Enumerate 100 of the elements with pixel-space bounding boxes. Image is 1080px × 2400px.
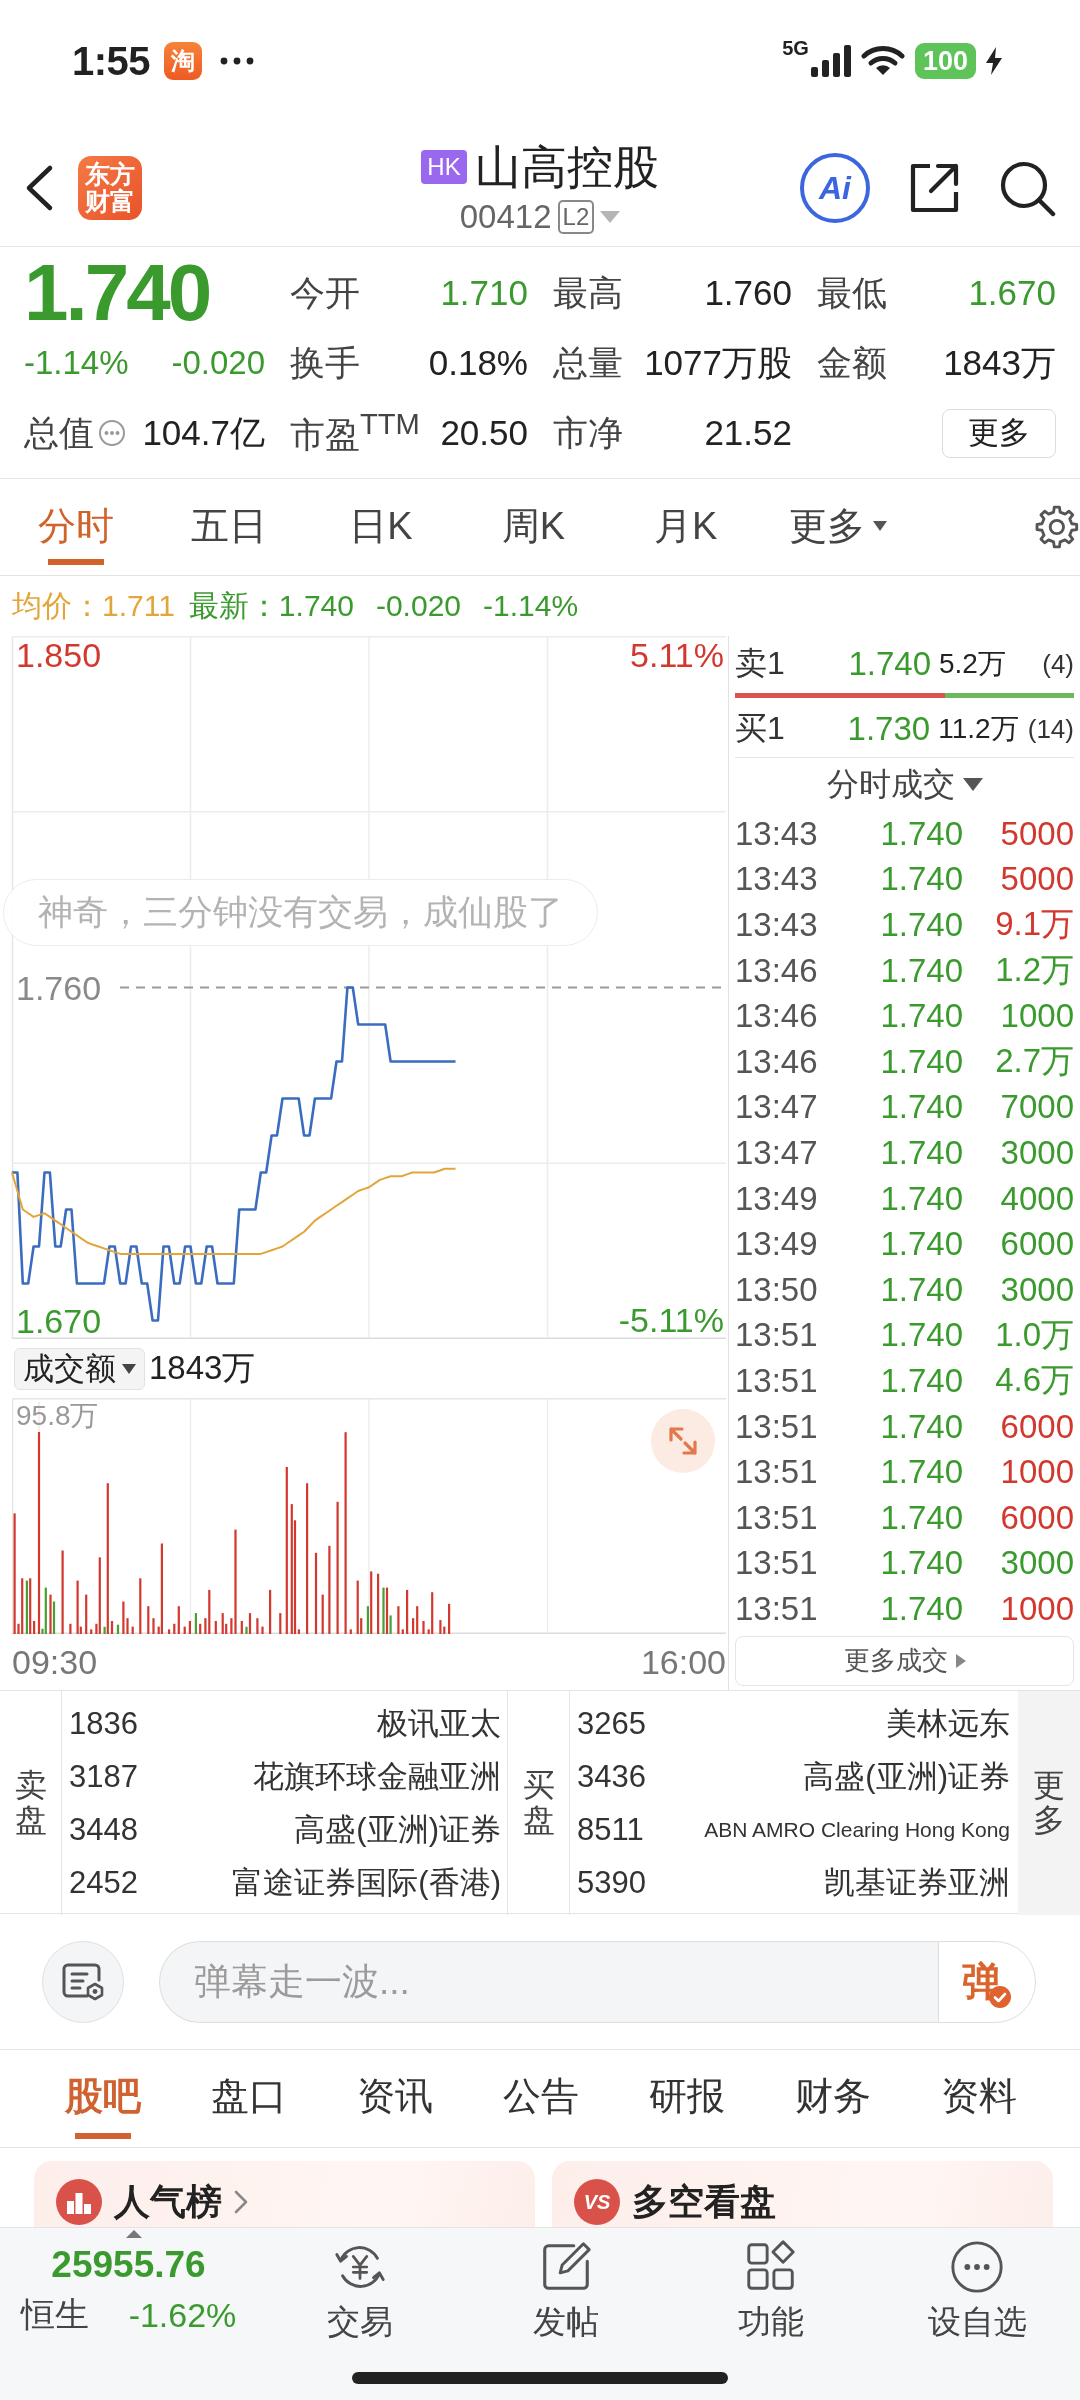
stat-value: 1.760 (704, 273, 792, 313)
trade-price: 1.740 (879, 1361, 963, 1400)
trade-volume: 1000 (999, 997, 1074, 1036)
trade-price: 1.740 (879, 997, 963, 1036)
indicator-selector[interactable]: 成交额 (14, 1347, 145, 1390)
volume-bar (85, 1594, 88, 1634)
volume-bar (279, 1613, 282, 1634)
trade-price: 1.740 (879, 1042, 963, 1081)
index-name: 恒生 (20, 2294, 89, 2335)
turnover-total: 1843万 (149, 1348, 256, 1388)
nav-item[interactable]: 发帖 (462, 2228, 669, 2366)
volume-bar (377, 1573, 380, 1634)
ai-button[interactable]: Ai (800, 153, 870, 223)
stat-value: 104.7亿 (142, 411, 265, 454)
volume-bar (139, 1578, 142, 1634)
content-tab[interactable]: 资料 (906, 2050, 1052, 2147)
y-axis-label: 1.850 (16, 636, 102, 673)
trade-time: 13:51 (735, 1407, 819, 1446)
content-tab[interactable]: 财务 (760, 2050, 906, 2147)
content-tab[interactable]: 公告 (468, 2050, 614, 2147)
volume-bar (240, 1621, 243, 1634)
stat-label: 总值 (24, 411, 94, 454)
trade-volume: 1000 (999, 1589, 1074, 1628)
trade-time: 13:51 (735, 1544, 819, 1583)
content-tab[interactable]: 研报 (614, 2050, 760, 2147)
app-logo: 东方财富 (78, 156, 142, 220)
broker-name: 富途证券国际(香港) (232, 1863, 501, 1902)
more-button[interactable]: 更多 (942, 408, 1056, 458)
app-notification-badge: 淘 (164, 42, 203, 80)
feature-card[interactable]: 人气榜 (34, 2161, 535, 2227)
trade-time: 13:47 (735, 1088, 819, 1127)
more-trades-button[interactable]: 更多成交 (735, 1635, 1074, 1686)
volume-bar (422, 1621, 425, 1634)
card-title: 人气榜 (114, 2180, 222, 2224)
trade-time: 13:49 (735, 1225, 819, 1264)
trade-volume: 3000 (999, 1133, 1074, 1172)
search-icon[interactable] (998, 159, 1056, 217)
order-volume: 5.2万 (939, 647, 1007, 681)
change-amount: -0.020 (171, 344, 265, 382)
trade-price: 1.740 (879, 1544, 963, 1583)
trade-time: 13:47 (735, 1133, 819, 1172)
stat-label: 金额 (817, 341, 887, 384)
nav-item[interactable]: 设自选 (874, 2228, 1080, 2366)
wifi-icon (860, 45, 905, 77)
trade-volume: 3000 (999, 1270, 1074, 1309)
order-price: 1.740 (847, 645, 931, 683)
sell-brokers-label: 卖盘 (14, 1767, 47, 1839)
level-badge: L2 (557, 200, 595, 234)
nav-item[interactable]: 交易 (257, 2228, 463, 2366)
broker-id: 1836 (69, 1705, 138, 1742)
index-change: -1.62% (128, 2295, 237, 2335)
trade-time: 13:51 (735, 1361, 819, 1400)
volume-bar (256, 1618, 259, 1634)
broker-id: 3436 (577, 1758, 646, 1795)
back-icon[interactable] (24, 164, 54, 212)
nav-item[interactable]: 功能 (668, 2228, 875, 2366)
broker-name: 凯基证券亚洲 (824, 1863, 1010, 1902)
danmaku-bubble: 神奇，三分钟没有交易，成仙股了 (3, 879, 598, 946)
signal-icon (810, 45, 851, 77)
broker-name: 高盛(亚洲)证券 (803, 1757, 1010, 1796)
content-tab[interactable]: 盘口 (176, 2050, 322, 2147)
stat-value: 1843万 (943, 341, 1056, 384)
broker-id: 5390 (577, 1864, 646, 1901)
stock-code: 00412 (459, 198, 552, 236)
stat-value: 20.50 (440, 413, 528, 453)
chart-tab[interactable]: 五日 (152, 479, 305, 575)
volume-bar (183, 1626, 186, 1634)
trade-time: 13:43 (735, 814, 819, 853)
versus-badge: VS (574, 2179, 620, 2225)
stat-value: 1077万股 (644, 341, 792, 384)
chart-tab[interactable]: 更多 (761, 479, 915, 575)
y-axis-label: 1.760 (16, 969, 102, 1006)
volume-bar (214, 1621, 217, 1634)
volume-bar (147, 1606, 150, 1634)
danmaku-input[interactable]: 弹幕走一波... (159, 1940, 938, 2023)
trade-price: 1.740 (879, 1133, 963, 1172)
trades-menu[interactable]: 分时成交 (826, 762, 983, 807)
time-axis-label: 16:00 (640, 1642, 726, 1682)
broker-id: 2452 (69, 1864, 138, 1901)
chart-tab[interactable]: 周K (457, 479, 610, 575)
chart-tab[interactable]: 日K (304, 479, 458, 575)
volume-bar (199, 1623, 202, 1634)
trade-volume: 6000 (999, 1225, 1074, 1264)
volume-bar (116, 1624, 120, 1634)
content-tab[interactable]: 资讯 (322, 2050, 468, 2147)
caret-right-icon (955, 1653, 966, 1668)
average-price-value: 1.711 (102, 589, 175, 623)
send-danmaku-button[interactable]: 弹 (938, 1940, 1036, 2023)
last-price: 1.740 (24, 258, 210, 328)
order-count: (14) (1027, 713, 1074, 745)
trade-price: 1.740 (879, 1316, 963, 1355)
trade-time: 13:46 (735, 1042, 819, 1081)
feature-card[interactable]: VS 多空看盘 (552, 2161, 1053, 2227)
settings-icon[interactable] (1034, 503, 1080, 551)
more-brokers-button[interactable]: 更多 (1018, 1691, 1080, 1915)
expand-icon[interactable] (651, 1409, 715, 1473)
order-price: 1.730 (846, 710, 931, 748)
more-dots-icon[interactable] (98, 419, 126, 447)
chart-tab[interactable]: 月K (609, 479, 762, 575)
volume-bar (349, 1629, 352, 1634)
